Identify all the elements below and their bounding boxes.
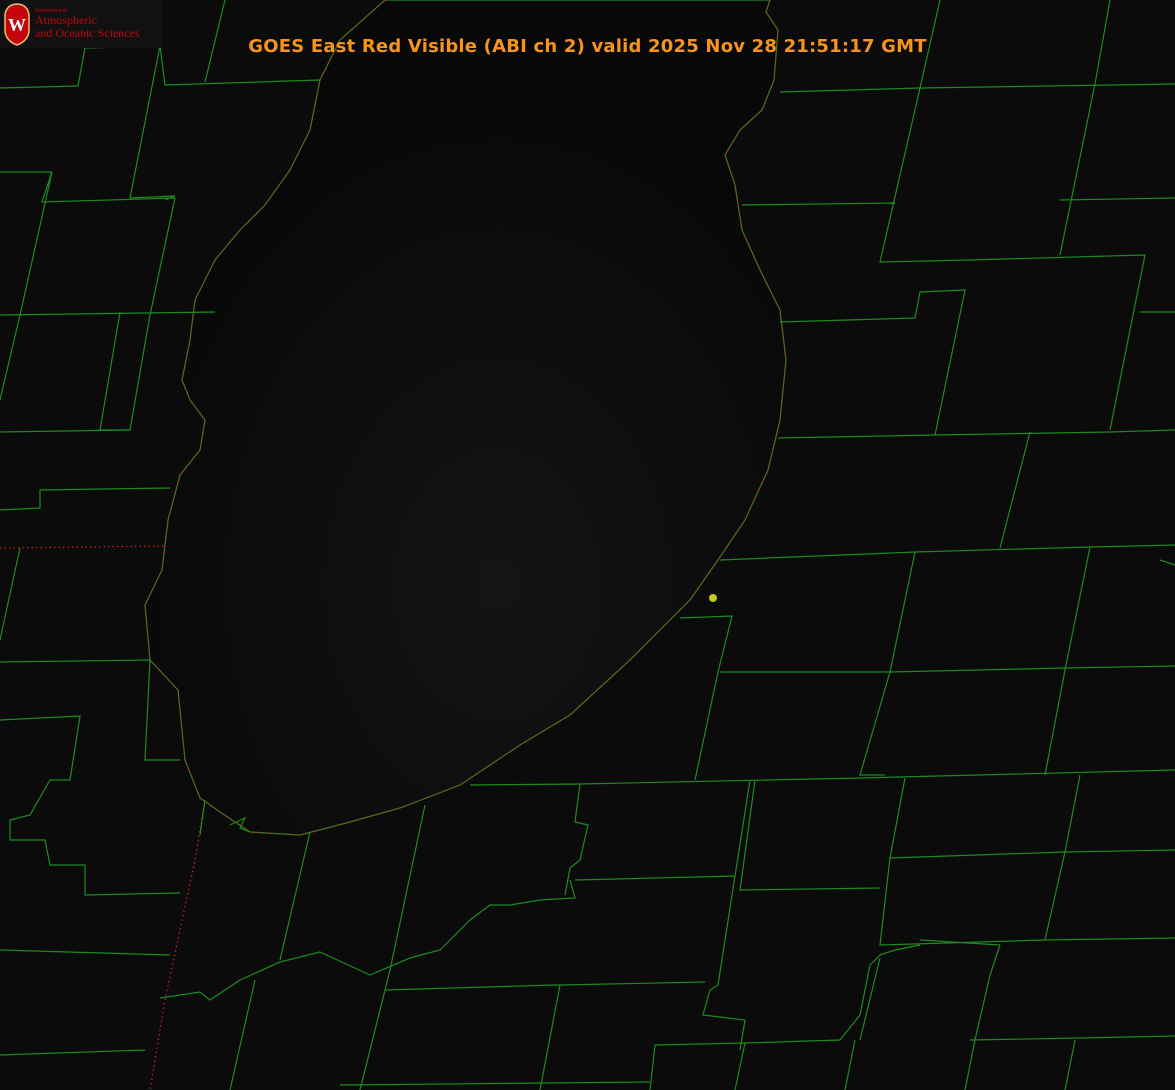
satellite-map[interactable] — [0, 0, 1175, 1090]
image-title: GOES East Red Visible (ABI ch 2) valid 2… — [248, 36, 927, 57]
svg-text:W: W — [8, 15, 26, 35]
logo-text: Department of Atmospheric and Oceanic Sc… — [35, 8, 140, 39]
logo-line-1: Atmospheric — [35, 13, 97, 28]
station-dot-icon[interactable] — [709, 594, 717, 602]
